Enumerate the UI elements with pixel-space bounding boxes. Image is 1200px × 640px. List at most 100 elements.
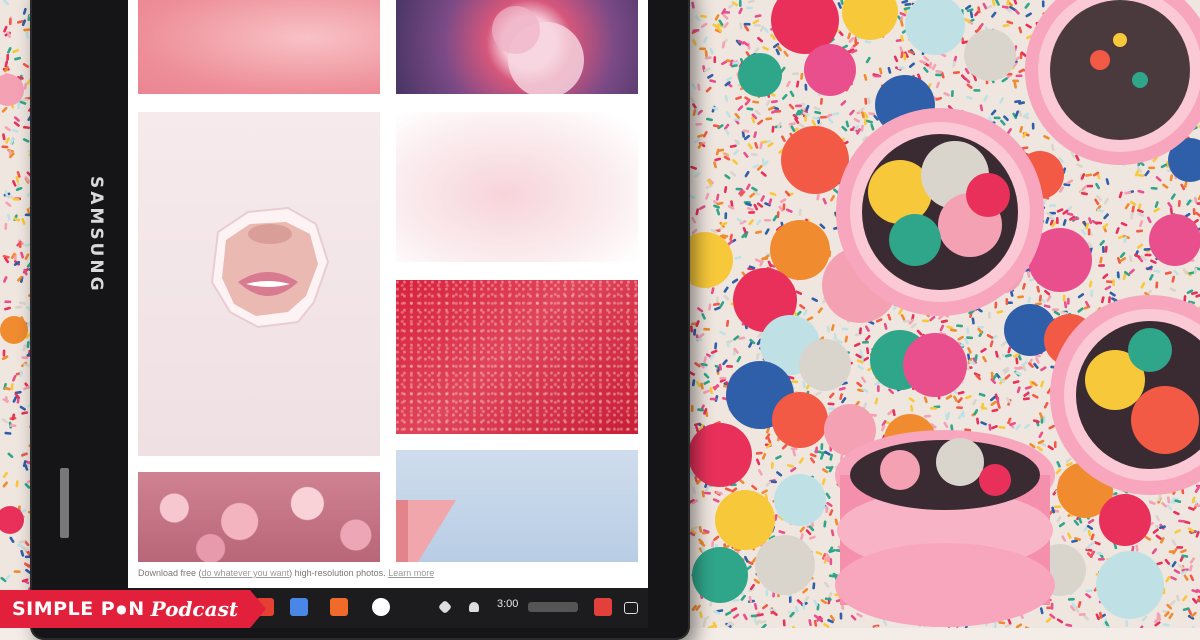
sprinkle: [789, 596, 792, 603]
pink-baking-cup: [836, 108, 1044, 316]
tablet-screen: Download free (do whatever you want) hig…: [128, 0, 648, 588]
sprinkle: [19, 241, 22, 248]
sprinkle: [825, 466, 832, 469]
sprinkle: [4, 300, 11, 303]
sprinkle: [1098, 264, 1105, 267]
sprinkle: [1106, 280, 1113, 283]
photo-red-glitter[interactable]: [396, 280, 638, 434]
sprinkle: [724, 212, 727, 219]
sprinkle: [1197, 202, 1200, 205]
footer-link-license[interactable]: do whatever you want: [202, 568, 290, 578]
sprinkle: [751, 153, 758, 156]
play-store-icon[interactable]: [372, 598, 390, 616]
sprinkle: [1012, 79, 1019, 82]
footer-middle: ) high-resolution photos.: [289, 568, 386, 578]
confetti-circle: [804, 44, 856, 96]
confetti-circle: [1099, 494, 1151, 546]
sprinkle: [703, 328, 710, 331]
photo-face-through-torn-paper[interactable]: [138, 112, 380, 456]
sprinkle: [1112, 279, 1115, 286]
sprinkle: [710, 398, 717, 401]
sprinkle: [802, 603, 805, 610]
photo-pink-peonies[interactable]: [138, 472, 380, 562]
sprinkle: [771, 462, 774, 469]
confetti-circle: [0, 316, 28, 344]
confetti-circle: [903, 333, 967, 397]
confetti-circle: [738, 53, 782, 97]
sprinkle: [4, 223, 7, 230]
sprinkle: [691, 405, 694, 412]
sprinkle: [739, 0, 742, 7]
confetti-circle: [774, 474, 826, 526]
sprinkle: [1042, 0, 1045, 7]
simple-pin-podcast-logo: SIMPLE P●N Podcast: [0, 590, 266, 628]
status-tray-icons[interactable]: [528, 602, 578, 612]
sprinkle: [9, 424, 16, 427]
sprinkle: [862, 341, 869, 344]
sprinkle: [1005, 298, 1008, 305]
sprinkle: [11, 383, 14, 390]
sprinkle: [1052, 308, 1059, 311]
pin-icon: ●: [116, 602, 127, 616]
sprinkle: [695, 123, 702, 126]
sprinkle: [1016, 74, 1023, 77]
notification-bell-icon[interactable]: [469, 602, 479, 612]
sprinkle: [988, 312, 991, 319]
sprinkle: [17, 102, 20, 109]
photo-blue-sky-building[interactable]: [396, 450, 638, 562]
sprinkle: [994, 622, 997, 628]
logo-text-simple-pin: SIMPLE P●N: [12, 598, 145, 620]
sprinkle: [874, 75, 881, 78]
clock: 3:00: [497, 598, 518, 610]
photo-pink-clouds[interactable]: [138, 0, 380, 94]
sprinkle: [732, 61, 739, 64]
video-play-icon[interactable]: [330, 598, 348, 616]
footer-prefix: Download free (: [138, 568, 202, 578]
sprinkle: [1143, 248, 1150, 251]
sprinkle: [1086, 185, 1093, 188]
sprinkle: [699, 47, 706, 50]
sprinkle: [791, 380, 798, 383]
sprinkle: [783, 619, 786, 626]
confetti-circle: [715, 490, 775, 550]
sprinkle: [1178, 200, 1181, 207]
sprinkle: [994, 302, 997, 309]
sprinkle: [1, 145, 8, 148]
sprinkle: [922, 320, 929, 323]
footer-link-learn-more[interactable]: Learn more: [388, 568, 434, 578]
photo-purple-smoke[interactable]: [396, 0, 638, 94]
sprinkle: [765, 589, 768, 596]
confetti-circle: [799, 339, 851, 391]
screen-footer-text: Download free (do whatever you want) hig…: [138, 568, 434, 578]
sprinkle: [956, 406, 963, 409]
sprinkle: [966, 336, 973, 339]
logo-text-podcast: Podcast: [151, 597, 238, 621]
sprinkle: [820, 443, 823, 450]
docs-icon[interactable]: [290, 598, 308, 616]
screen-record-icon[interactable]: [624, 602, 638, 614]
stylus-icon[interactable]: [438, 600, 452, 614]
sprinkle: [713, 56, 716, 63]
photo-soft-pink-smoke[interactable]: [396, 112, 638, 262]
confetti-circle: [1149, 214, 1200, 266]
sprinkle: [1088, 228, 1091, 235]
sprinkle: [1193, 208, 1196, 215]
sprinkle: [746, 6, 753, 9]
device-brand-label: SAMSUNG: [86, 176, 106, 294]
sprinkle: [1169, 550, 1176, 553]
app-icon-red-chevron[interactable]: [594, 598, 612, 616]
tablet-hinge: [60, 468, 69, 538]
sprinkle: [1054, 441, 1057, 448]
sprinkle: [1108, 296, 1111, 303]
sprinkle: [1176, 546, 1183, 549]
sprinkle: [1090, 290, 1093, 297]
sprinkle: [14, 570, 21, 573]
sprinkle: [744, 23, 751, 26]
confetti-circle: [781, 126, 849, 194]
sprinkle: [764, 219, 771, 222]
sprinkle: [973, 89, 980, 92]
sprinkle: [1098, 558, 1105, 561]
sprinkle: [1068, 598, 1075, 601]
sprinkle: [830, 558, 833, 565]
sprinkle: [1148, 167, 1155, 170]
